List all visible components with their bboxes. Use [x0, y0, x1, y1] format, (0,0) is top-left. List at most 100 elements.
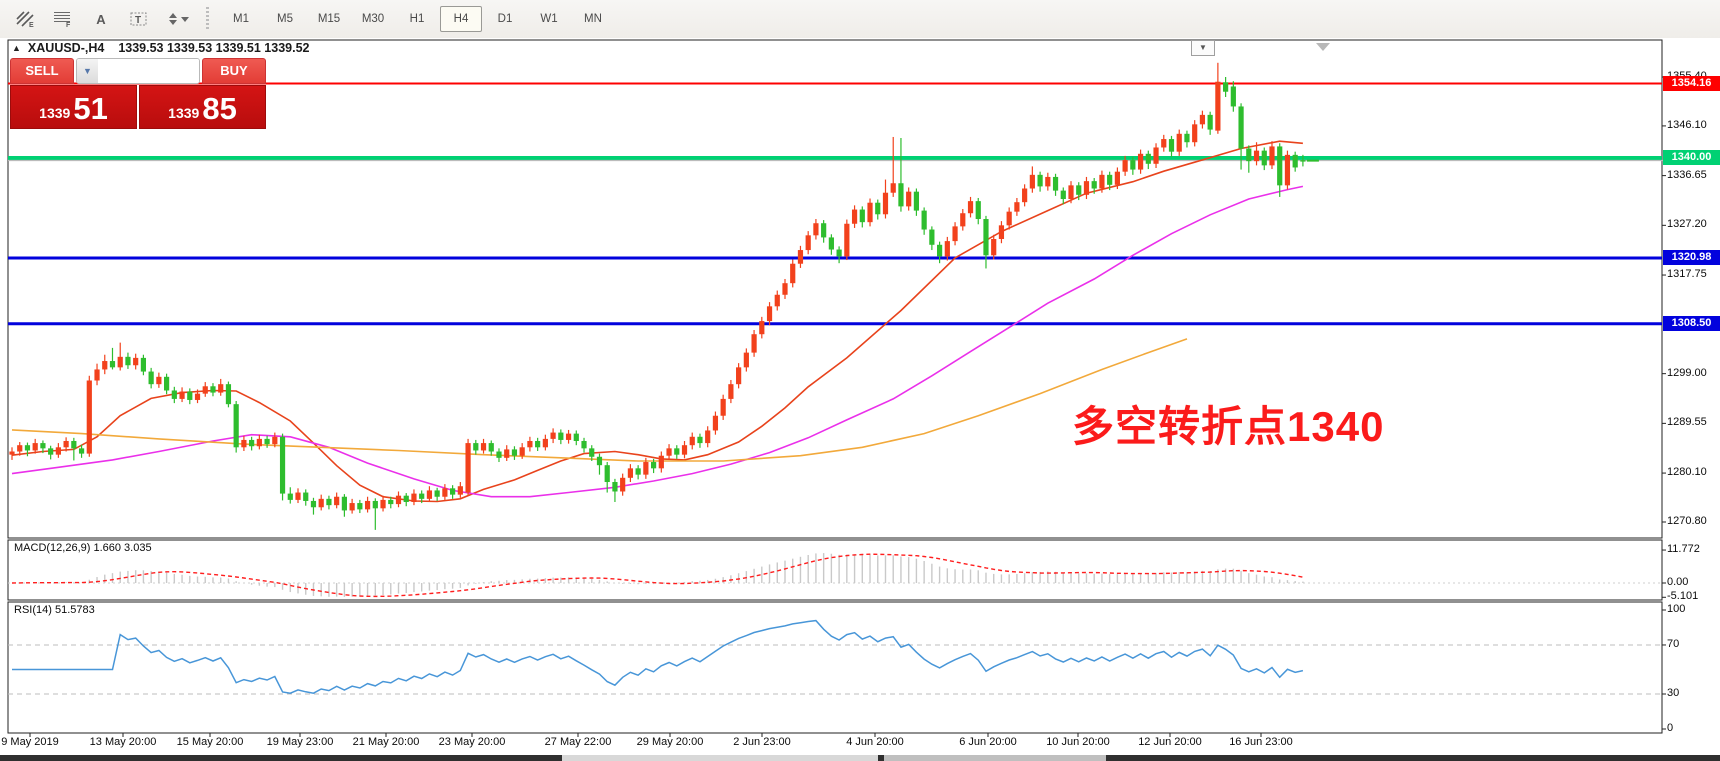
timeframe-button-w1[interactable]: W1 — [528, 6, 570, 32]
candle-body — [1208, 115, 1213, 130]
candle-body — [365, 501, 370, 509]
timeframe-button-h1[interactable]: H1 — [396, 6, 438, 32]
candle-body — [458, 486, 463, 494]
candle-body — [102, 361, 107, 369]
candle-body — [1138, 154, 1143, 170]
time-tick: 6 Jun 20:00 — [959, 736, 1017, 748]
text-tool-icon[interactable]: A — [88, 8, 114, 30]
candle-body — [404, 496, 409, 502]
arrows-tool-icon[interactable] — [164, 8, 190, 30]
time-tick: 9 May 2019 — [1, 736, 58, 748]
candle-body — [1123, 160, 1128, 172]
candle-body — [118, 357, 123, 368]
rsi-indicator-label: RSI(14) 51.5783 — [14, 604, 95, 616]
candle-body — [133, 358, 138, 365]
candle-body — [535, 441, 540, 447]
timeframe-button-m15[interactable]: M15 — [308, 6, 350, 32]
candle-body — [566, 434, 571, 440]
candle-body — [659, 456, 664, 469]
volume-down-button[interactable]: ▼ — [77, 59, 98, 83]
candle-body — [551, 433, 556, 439]
timeframe-button-m1[interactable]: M1 — [220, 6, 262, 32]
candle-body — [249, 440, 254, 446]
candle-body — [983, 219, 988, 255]
rsi-tick-30: 30 — [1667, 687, 1679, 699]
collapse-panel-icon[interactable]: ▲ — [12, 43, 21, 53]
toolbar: E F A T M1M5M15M30H1H4D1W1MN — [0, 0, 1720, 39]
candle-body — [914, 192, 919, 211]
candle-body — [350, 503, 355, 510]
candle-body — [682, 445, 687, 454]
candle-body — [388, 500, 393, 504]
candle-body — [837, 250, 842, 257]
price-tick-1346.10: 1346.10 — [1667, 119, 1707, 131]
price-tick-1280.10: 1280.10 — [1667, 466, 1707, 478]
timeframe-button-m5[interactable]: M5 — [264, 6, 306, 32]
candle-body — [489, 443, 494, 451]
candle-body — [48, 448, 53, 454]
label-tool-icon[interactable]: T — [126, 8, 152, 30]
chart-canvas[interactable] — [0, 38, 1720, 761]
candle-body — [883, 193, 888, 215]
chart-window: ▲ XAUUSD-,H4 1339.53 1339.53 1339.51 133… — [0, 38, 1720, 761]
candle-body — [172, 390, 177, 398]
time-tick: 10 Jun 20:00 — [1046, 736, 1110, 748]
candle-body — [1107, 175, 1112, 185]
candle-body — [620, 478, 625, 492]
time-tick: 27 May 22:00 — [545, 736, 612, 748]
candle-body — [690, 437, 695, 445]
candle-body — [806, 235, 811, 250]
timeframe-button-mn[interactable]: MN — [572, 6, 614, 32]
chart-dropdown-button[interactable]: ▼ — [1191, 40, 1215, 56]
svg-text:E: E — [29, 22, 34, 28]
time-tick: 2 Jun 23:00 — [733, 736, 791, 748]
candle-body — [1061, 191, 1066, 199]
time-tick: 29 May 20:00 — [637, 736, 704, 748]
ask-price[interactable]: 1339 85 — [139, 85, 266, 129]
candle-body — [203, 386, 208, 393]
candle-body — [342, 497, 347, 511]
fibonacci-tool-icon[interactable]: F — [50, 8, 76, 30]
candle-body — [427, 490, 432, 498]
candle-body — [419, 494, 424, 499]
candle-body — [218, 384, 223, 392]
timeframe-button-d1[interactable]: D1 — [484, 6, 526, 32]
candle-body — [40, 443, 45, 448]
scroll-to-end-icon[interactable] — [1316, 43, 1330, 51]
candle-body — [1084, 181, 1089, 195]
candle-body — [79, 448, 84, 453]
candle-body — [1092, 181, 1097, 188]
volume-input[interactable] — [98, 59, 200, 83]
candle-body — [906, 192, 911, 207]
buy-button[interactable]: BUY — [202, 58, 266, 84]
candle-body — [1269, 146, 1274, 165]
price-tick-1270.80: 1270.80 — [1667, 515, 1707, 527]
candle-body — [64, 441, 69, 447]
candle-body — [829, 237, 834, 249]
candle-body — [187, 392, 192, 400]
candle-body — [303, 493, 308, 501]
sell-button[interactable]: SELL — [10, 58, 74, 84]
timeframe-button-m30[interactable]: M30 — [352, 6, 394, 32]
candle-body — [56, 447, 61, 454]
bid-price[interactable]: 1339 51 — [10, 85, 137, 129]
candle-body — [960, 213, 965, 226]
timeframe-button-h4[interactable]: H4 — [440, 6, 482, 32]
candle-body — [141, 358, 146, 372]
price-badge-1320.98: 1320.98 — [1663, 250, 1720, 265]
price-tick-1336.65: 1336.65 — [1667, 169, 1707, 181]
candle-body — [1030, 175, 1035, 189]
candle-body — [597, 457, 602, 465]
candle-body — [1045, 177, 1050, 186]
candle-body — [643, 462, 648, 475]
lines-tool-icon[interactable]: E — [12, 8, 38, 30]
price-badge-1354.16: 1354.16 — [1663, 76, 1720, 91]
candle-body — [25, 445, 30, 450]
macd-indicator-label: MACD(12,26,9) 1.660 3.035 — [14, 542, 152, 554]
candle-body — [334, 497, 339, 505]
candle-body — [775, 295, 780, 307]
candle-body — [1177, 134, 1182, 152]
candle-body — [1223, 82, 1228, 91]
candle-body — [357, 503, 362, 509]
candle-body — [713, 416, 718, 431]
